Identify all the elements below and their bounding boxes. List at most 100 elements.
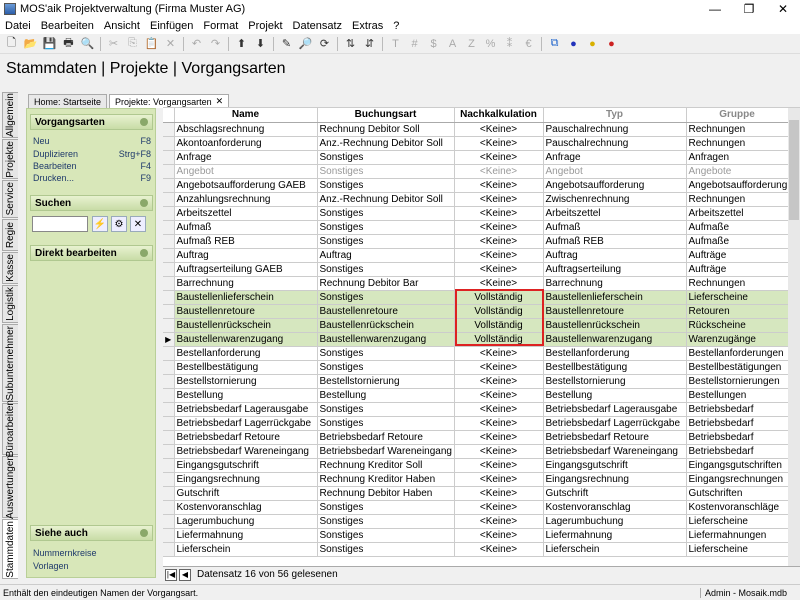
cell-gruppe[interactable]: Bestellungen [686,388,789,403]
row-indicator[interactable] [163,430,175,445]
open-folder-icon[interactable]: 📂 [21,35,40,53]
cell-buchungsart[interactable]: Sonstiges [317,178,455,193]
tab-vorgangsarten[interactable]: Projekte: Vorgangsarten ✕ [109,94,230,108]
cell-buchungsart[interactable]: Betriebsbedarf Retoure [317,430,455,445]
cell-name[interactable]: Eingangsgutschrift [174,458,318,473]
link-nummernkreise[interactable]: Nummernkreise [33,548,97,558]
cell-typ[interactable]: Arbeitszettel [543,206,687,221]
cell-typ[interactable]: Baustellenretoure [543,304,687,319]
cell-name[interactable]: Kostenvoranschlag [174,500,318,515]
cell-name[interactable]: Aufmaß REB [174,234,318,249]
cell-nachkalkulation[interactable]: <Keine> [454,220,544,235]
cell-nachkalkulation[interactable]: <Keine> [454,192,544,207]
cell-buchungsart[interactable]: Sonstiges [317,220,455,235]
cell-buchungsart[interactable]: Sonstiges [317,290,455,305]
cell-nachkalkulation[interactable]: <Keine> [454,486,544,501]
table-row[interactable]: Betriebsbedarf Wareneingang Betriebsbedar… [163,444,789,459]
vtab-auswertungen[interactable]: Auswertungen [2,455,18,519]
vtab-bueroarbeiten[interactable]: Büroarbeiten [2,400,18,458]
print-icon[interactable]: 🖶 [59,35,78,53]
cell-nachkalkulation[interactable]: <Keine> [454,388,544,403]
arrow-up-icon[interactable]: ⬆ [232,35,251,53]
cell-typ[interactable]: Betriebsbedarf Retoure [543,430,687,445]
collapse-icon[interactable] [140,529,148,537]
collapse-icon[interactable] [140,199,148,207]
table-row[interactable]: Auftragserteilung GAEB Sonstiges <Keine> Au… [163,262,789,277]
cell-name[interactable]: Baustellenwarenzugang [174,332,318,347]
vtab-service[interactable]: Service [2,180,18,218]
section-direkt-bearbeiten[interactable]: Direkt bearbeiten [30,245,153,261]
print-preview-icon[interactable]: 🔍 [78,35,97,53]
user-blue-icon[interactable]: ● [564,35,583,53]
cell-gruppe[interactable]: Lieferscheine [686,514,789,529]
save-icon[interactable]: 💾 [40,35,59,53]
table-row[interactable]: Angebotsaufforderung GAEB Sonstiges <Keine… [163,178,789,193]
current-row-arrow-icon[interactable]: ▶ [163,332,175,347]
table-row[interactable]: Betriebsbedarf Retoure Betriebsbedarf Ret… [163,430,789,445]
close-icon[interactable]: ✕ [216,96,224,107]
cell-name[interactable]: Betriebsbedarf Retoure [174,430,318,445]
cell-name[interactable]: Barrechnung [174,276,318,291]
cell-buchungsart[interactable]: Bestellstornierung [317,374,455,389]
cell-name[interactable]: Baustellenlieferschein [174,290,318,305]
euro-icon[interactable]: € [519,35,538,53]
cell-name[interactable]: Auftragserteilung GAEB [174,262,318,277]
cell-typ[interactable]: Eingangsrechnung [543,472,687,487]
row-indicator[interactable] [163,514,175,529]
user-red-icon[interactable]: ● [602,35,621,53]
cell-name[interactable]: Lieferschein [174,542,318,557]
hash-icon[interactable]: # [405,35,424,53]
cell-gruppe[interactable]: Retouren [686,304,789,319]
menu-einfuegen[interactable]: Einfügen [145,20,198,32]
cell-nachkalkulation[interactable]: <Keine> [454,346,544,361]
cell-gruppe[interactable]: Angebote [686,164,789,179]
cell-name[interactable]: Bestellbestätigung [174,360,318,375]
cell-typ[interactable]: Bestellung [543,388,687,403]
vtab-subunternehmer[interactable]: Subunternehmer [2,324,18,402]
cell-typ[interactable]: Auftrag [543,248,687,263]
cell-typ[interactable]: Gutschrift [543,486,687,501]
undo-icon[interactable]: ↶ [187,35,206,53]
find-icon[interactable]: 🔎 [296,35,315,53]
filter-clear-icon[interactable]: ✕ [130,216,146,232]
collapse-icon[interactable] [140,118,148,126]
table-row[interactable]: Baustellenlieferschein Sonstiges Vollständ… [163,290,789,305]
cell-nachkalkulation[interactable]: <Keine> [454,472,544,487]
menu-projekt[interactable]: Projekt [243,20,287,32]
link-vorlagen[interactable]: Vorlagen [33,561,69,571]
table-row[interactable]: Angebot Sonstiges <Keine> Angebot Angebote [163,164,789,179]
cell-buchungsart[interactable]: Rechnung Debitor Soll [317,122,455,137]
cell-typ[interactable]: Baustellenrückschein [543,318,687,333]
edit-icon[interactable]: ✎ [277,35,296,53]
row-indicator[interactable] [163,444,175,459]
vtab-kasse[interactable]: Kasse [2,252,18,284]
row-indicator[interactable] [163,472,175,487]
cell-name[interactable]: Auftrag [174,248,318,263]
cell-buchungsart[interactable]: Sonstiges [317,262,455,277]
row-indicator[interactable] [163,528,175,543]
cell-buchungsart[interactable]: Sonstiges [317,164,455,179]
table-row[interactable]: Anfrage Sonstiges <Keine> Anfrage Anfragen [163,150,789,165]
nav-duplizieren[interactable]: Duplizieren Strg+F8 [33,149,151,159]
cell-buchungsart[interactable]: Baustellenwarenzugang [317,332,455,347]
sort-ascending-icon[interactable]: ⇅ [341,35,360,53]
cell-typ[interactable]: Bestellanforderung [543,346,687,361]
table-row[interactable]: Lagerumbuchung Sonstiges <Keine> Lagerumbuc… [163,514,789,529]
cell-nachkalkulation[interactable]: <Keine> [454,542,544,557]
row-indicator[interactable] [163,262,175,277]
cell-gruppe[interactable]: Bestellstornierungen [686,374,789,389]
cell-typ[interactable]: Angebot [543,164,687,179]
cell-nachkalkulation[interactable]: <Keine> [454,458,544,473]
scrollbar-thumb[interactable] [789,120,799,220]
cell-nachkalkulation[interactable]: <Keine> [454,164,544,179]
nav-neu[interactable]: Neu F8 [33,136,151,146]
menu-help[interactable]: ? [388,20,404,32]
cell-typ[interactable]: Auftragserteilung [543,262,687,277]
cell-buchungsart[interactable]: Bestellung [317,388,455,403]
redo-icon[interactable]: ↷ [206,35,225,53]
cell-buchungsart[interactable]: Sonstiges [317,514,455,529]
number-format-icon[interactable]: ⁑ [500,35,519,53]
cell-name[interactable]: Abschlagsrechnung [174,122,318,137]
collapse-icon[interactable] [140,249,148,257]
cell-gruppe[interactable]: Anfragen [686,150,789,165]
